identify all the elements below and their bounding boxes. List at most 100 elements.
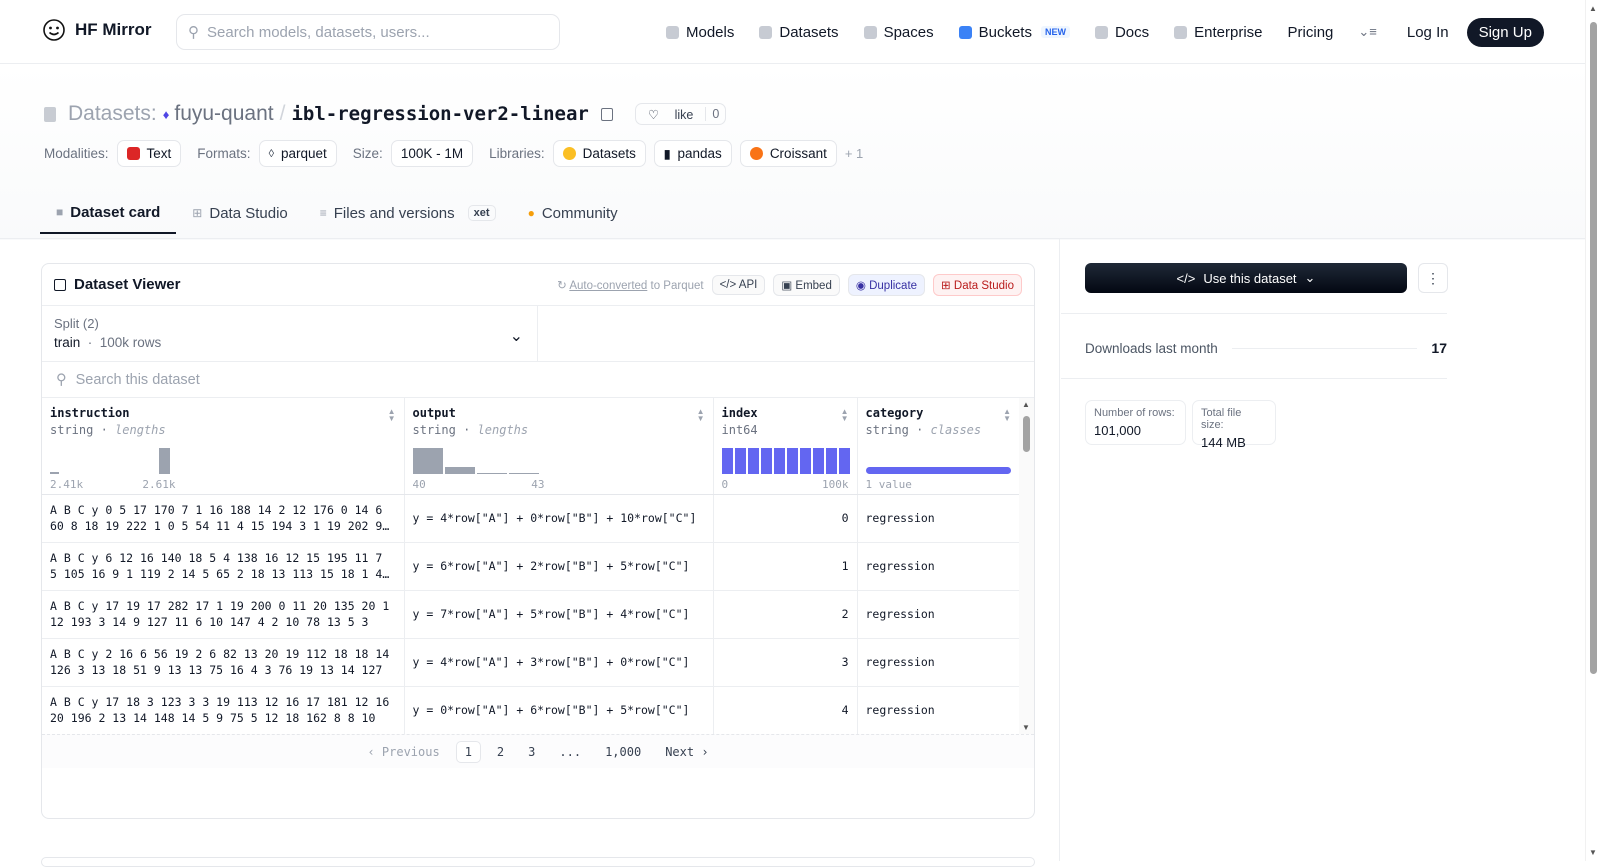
cell-instruction[interactable]: A B C y 17 18 3 123 3 3 19 113 12 16 17 …: [42, 686, 405, 734]
nav-models[interactable]: Models: [666, 24, 734, 41]
nav-datasets[interactable]: Datasets: [759, 24, 839, 41]
table-row[interactable]: A B C y 17 18 3 123 3 3 19 113 12 16 17 …: [42, 686, 1019, 734]
cell-output[interactable]: y = 7*row["A"] + 5*row["B"] + 4*row["C"]: [404, 590, 714, 639]
previous-page-button[interactable]: ‹ Previous: [359, 742, 447, 762]
cell-output[interactable]: y = 6*row["A"] + 2*row["B"] + 5*row["C"]: [404, 542, 714, 591]
histogram-bar[interactable]: [825, 447, 837, 474]
library-chip-croissant[interactable]: Croissant: [739, 140, 837, 167]
more-options-button[interactable]: ⋮: [1418, 263, 1448, 293]
cell-index[interactable]: 3: [713, 638, 858, 687]
cell-instruction[interactable]: A B C y 6 12 16 140 18 5 4 138 16 12 15 …: [42, 542, 405, 591]
data-studio-button[interactable]: ⊞ Data Studio: [933, 273, 1022, 296]
histogram-bar[interactable]: [734, 447, 746, 474]
repo-name[interactable]: ibl-regression-ver2-linear: [291, 103, 588, 125]
nav-spaces[interactable]: Spaces: [863, 24, 934, 41]
page-2-button[interactable]: 2: [489, 742, 512, 762]
column-header-index[interactable]: index int64 ▲ ▼ 0 100k: [713, 398, 858, 495]
sort-icon[interactable]: ▲ ▼: [697, 408, 705, 423]
more-menu-icon[interactable]: ⌄≡: [1358, 24, 1376, 40]
histogram-bar[interactable]: [838, 447, 850, 474]
histogram-bar[interactable]: [786, 447, 798, 474]
size-chip[interactable]: 100K - 1M: [390, 140, 474, 167]
sort-icon[interactable]: ▲ ▼: [388, 408, 396, 423]
histogram-bar[interactable]: [412, 447, 443, 474]
library-chip-datasets[interactable]: Datasets: [552, 140, 646, 167]
cell-output[interactable]: y = 4*row["A"] + 0*row["B"] + 10*row["C"…: [404, 494, 714, 543]
page-1-button[interactable]: 1: [455, 740, 481, 763]
signup-button[interactable]: Sign Up: [1466, 17, 1544, 47]
table-scrollbar[interactable]: ▲ ▼: [1019, 398, 1034, 734]
scroll-down-icon[interactable]: ▼: [1022, 723, 1030, 732]
table-row[interactable]: A B C y 17 19 17 282 17 1 19 200 0 11 20…: [42, 590, 1019, 639]
login-link[interactable]: Log In: [1407, 24, 1449, 41]
global-search-input[interactable]: ⚲ Search models, datasets, users...: [176, 14, 560, 50]
auto-converted-link[interactable]: Auto-converted: [569, 280, 647, 292]
last-page-button[interactable]: 1,000: [597, 742, 649, 762]
histogram-bar[interactable]: [747, 447, 759, 474]
use-this-dataset-button[interactable]: </> Use this dataset ⌄: [1085, 263, 1407, 293]
table-row[interactable]: A B C y 2 16 6 56 19 2 6 82 13 20 19 112…: [42, 638, 1019, 687]
auto-converted-note[interactable]: ↻ Auto-converted to Parquet: [557, 278, 703, 292]
scroll-up-icon[interactable]: ▲: [1022, 400, 1030, 409]
histogram-bar[interactable]: [760, 447, 772, 474]
split-select[interactable]: Split (2) train · 100k rows ⌄: [42, 306, 538, 361]
like-button[interactable]: ♡ like 0: [634, 103, 727, 125]
table-scrollbar-thumb[interactable]: [1023, 416, 1030, 452]
cell-output[interactable]: y = 0*row["A"] + 6*row["B"] + 5*row["C"]: [404, 686, 714, 734]
page-3-button[interactable]: 3: [520, 742, 543, 762]
histogram-bar[interactable]: [444, 466, 475, 474]
copy-icon[interactable]: [600, 107, 613, 121]
scroll-up-icon[interactable]: ▲: [1589, 4, 1597, 13]
cell-instruction[interactable]: A B C y 0 5 17 170 7 1 16 188 14 2 12 17…: [42, 494, 405, 543]
tab-files-and-versions[interactable]: ≡ Files and versions xet: [304, 192, 512, 234]
cell-index[interactable]: 0: [713, 494, 858, 543]
cell-category[interactable]: regression: [857, 686, 1019, 734]
cell-category[interactable]: regression: [857, 494, 1019, 543]
histogram-bar[interactable]: [476, 472, 507, 474]
histogram-bar[interactable]: [773, 447, 785, 474]
table-row[interactable]: A B C y 0 5 17 170 7 1 16 188 14 2 12 17…: [42, 494, 1019, 543]
brand-logo[interactable]: HF Mirror: [42, 18, 152, 42]
class-bar[interactable]: [865, 466, 1011, 474]
sort-icon[interactable]: ▲ ▼: [841, 408, 849, 423]
histogram-bar[interactable]: [812, 447, 824, 474]
cell-category[interactable]: regression: [857, 590, 1019, 639]
api-button[interactable]: </> API: [711, 274, 766, 295]
histogram-bar[interactable]: [159, 447, 170, 474]
more-libraries[interactable]: + 1: [845, 146, 863, 161]
embed-button[interactable]: ▣ Embed: [773, 273, 840, 296]
nav-enterprise[interactable]: Enterprise: [1174, 24, 1263, 41]
library-chip-pandas[interactable]: ▮ pandas: [653, 140, 732, 167]
nav-buckets[interactable]: Buckets NEW: [958, 24, 1070, 41]
tab-dataset-card[interactable]: ■ Dataset card: [40, 192, 177, 234]
format-chip[interactable]: ◊ parquet: [258, 140, 337, 167]
cell-instruction[interactable]: A B C y 2 16 6 56 19 2 6 82 13 20 19 112…: [42, 638, 405, 687]
column-header-instruction[interactable]: instruction string · lengths ▲ ▼ 2.41k 2.6…: [42, 398, 405, 495]
page-scrollbar-thumb[interactable]: [1590, 22, 1597, 674]
tab-community[interactable]: ● Community: [512, 192, 634, 234]
cell-index[interactable]: 2: [713, 590, 858, 639]
owner-link[interactable]: ♦ fuyu-quant: [163, 102, 274, 126]
cell-category[interactable]: regression: [857, 542, 1019, 591]
cell-index[interactable]: 1: [713, 542, 858, 591]
sort-icon[interactable]: ▲ ▼: [1003, 408, 1011, 423]
column-header-category[interactable]: category string · classes ▲ ▼ 1 value: [857, 398, 1019, 495]
nav-docs[interactable]: Docs: [1094, 24, 1149, 41]
nav-pricing[interactable]: Pricing: [1288, 24, 1334, 41]
scroll-down-icon[interactable]: ▼: [1589, 848, 1597, 857]
column-header-output[interactable]: output string · lengths ▲ ▼ 40 43: [404, 398, 714, 495]
table-row[interactable]: A B C y 6 12 16 140 18 5 4 138 16 12 15 …: [42, 542, 1019, 591]
cell-instruction[interactable]: A B C y 17 19 17 282 17 1 19 200 0 11 20…: [42, 590, 405, 639]
modality-chip[interactable]: Text: [116, 140, 182, 167]
histogram-bar[interactable]: [50, 471, 59, 474]
page-scrollbar[interactable]: ▲ ▼: [1585, 0, 1600, 861]
histogram-bar[interactable]: [508, 472, 539, 474]
cell-index[interactable]: 4: [713, 686, 858, 734]
dataset-search-input[interactable]: ⚲ Search this dataset: [42, 362, 1034, 398]
duplicate-button[interactable]: ◉ Duplicate: [847, 273, 926, 296]
next-page-button[interactable]: Next ›: [657, 742, 716, 762]
histogram-bar[interactable]: [799, 447, 811, 474]
cell-category[interactable]: regression: [857, 638, 1019, 687]
tab-data-studio[interactable]: ⊞ Data Studio: [176, 192, 303, 234]
cell-output[interactable]: y = 4*row["A"] + 3*row["B"] + 0*row["C"]: [404, 638, 714, 687]
